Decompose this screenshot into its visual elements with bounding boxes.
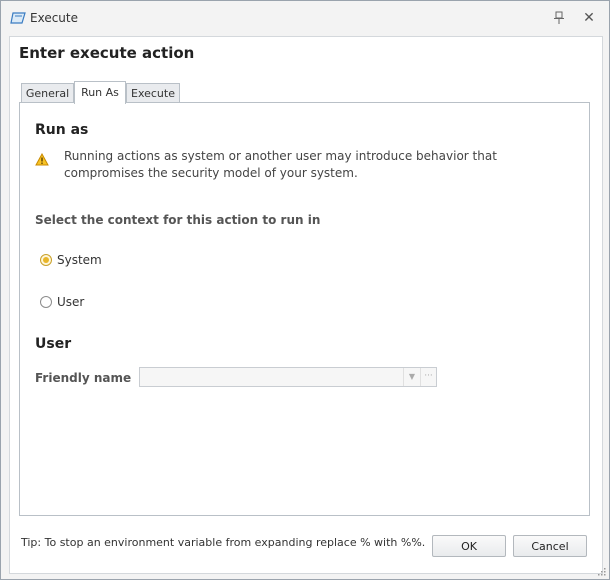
- system-radio[interactable]: [40, 254, 52, 266]
- resize-grip-icon[interactable]: [597, 567, 606, 576]
- run-as-panel: Run as Running actions as system or anot…: [19, 102, 590, 516]
- execute-dialog-window: Execute ✕ Enter execute action General R…: [0, 0, 610, 580]
- user-radio-label[interactable]: User: [57, 295, 84, 309]
- tab-general[interactable]: General: [21, 83, 74, 103]
- tab-execute[interactable]: Execute: [126, 83, 180, 103]
- warning-icon: [35, 153, 49, 166]
- footer-tip: Tip: To stop an environment variable fro…: [21, 536, 426, 549]
- title-bar: Execute ✕: [1, 1, 609, 35]
- execute-icon: [10, 12, 26, 24]
- ok-button[interactable]: OK: [432, 535, 506, 557]
- tab-run-as[interactable]: Run As: [74, 81, 126, 104]
- system-radio-label[interactable]: System: [57, 253, 102, 267]
- security-warning-text: Running actions as system or another use…: [64, 149, 497, 180]
- context-label: Select the context for this action to ru…: [35, 213, 321, 227]
- chevron-down-icon[interactable]: ▼: [403, 368, 420, 386]
- friendly-name-combobox[interactable]: ▼ ···: [139, 367, 437, 387]
- window-title: Execute: [30, 11, 78, 25]
- friendly-name-label: Friendly name: [35, 371, 132, 385]
- run-as-heading: Run as: [35, 122, 89, 138]
- user-heading: User: [35, 336, 72, 352]
- ellipsis-icon[interactable]: ···: [420, 368, 436, 386]
- pin-icon[interactable]: [553, 11, 565, 25]
- cancel-button[interactable]: Cancel: [513, 535, 587, 557]
- close-icon[interactable]: ✕: [582, 11, 596, 25]
- user-radio[interactable]: [40, 296, 52, 308]
- dialog-content: Enter execute action General Run As Exec…: [9, 36, 603, 574]
- dialog-title: Enter execute action: [19, 44, 195, 62]
